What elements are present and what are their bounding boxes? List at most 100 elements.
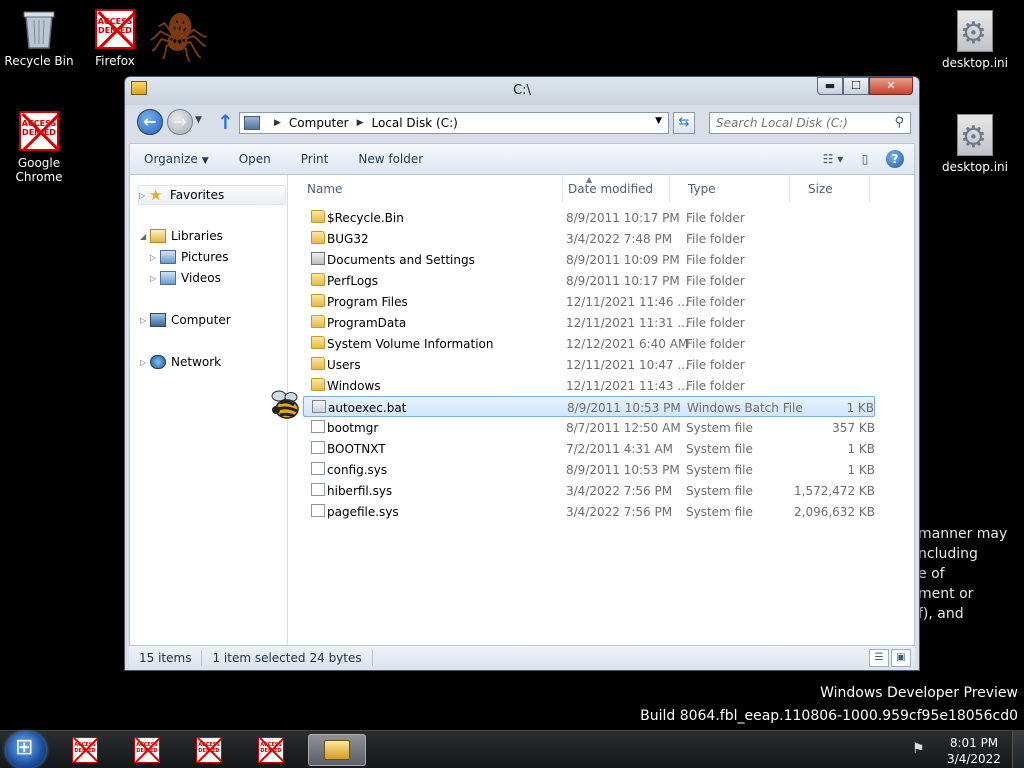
start-button[interactable] xyxy=(6,732,46,768)
file-name: Windows xyxy=(327,379,381,393)
action-center-flag-icon[interactable]: ⚑ xyxy=(912,741,925,757)
nav-label: Computer xyxy=(171,313,231,327)
desktop-icon-recycle-bin[interactable]: Recycle Bin xyxy=(0,8,78,68)
address-bar[interactable]: ▶ Computer ▶ Local Disk (C:) ▼ xyxy=(239,112,669,134)
column-header-size[interactable]: Size xyxy=(790,175,870,203)
computer-icon xyxy=(244,116,260,130)
large-icons-view-icon[interactable]: ▣ xyxy=(891,649,911,667)
minimize-button[interactable]: ▬ xyxy=(817,77,843,95)
file-size: 1 KB xyxy=(847,463,875,477)
breadcrumb-local-disk[interactable]: Local Disk (C:) xyxy=(372,116,458,130)
file-row[interactable]: BUG32 3/4/2022 7:48 PM File folder xyxy=(303,228,875,249)
file-date-modified: 12/11/2021 11:43 ... xyxy=(566,379,689,393)
file-row[interactable]: BOOTNXT 7/2/2011 4:31 AM System file 1 KB xyxy=(303,438,875,459)
system-clock[interactable]: 8:01 PM 3/4/2022 xyxy=(946,735,1002,767)
explorer-icon xyxy=(324,740,350,760)
window-controls: ▬ ☐ ✕ xyxy=(817,77,913,95)
file-row[interactable]: bootmgr 8/7/2011 12:50 AM System file 357 K… xyxy=(303,417,875,438)
column-header-date-modified[interactable]: Date modified xyxy=(550,175,670,203)
taskbar-pinned-app[interactable]: ACCESS DENIED xyxy=(58,734,112,766)
refresh-button[interactable]: ⇆ xyxy=(673,112,695,134)
chevron-down-icon: ▼ xyxy=(201,156,209,166)
search-input[interactable] xyxy=(710,113,886,133)
file-type: System file xyxy=(686,484,753,498)
nav-network[interactable]: ▷ Network xyxy=(140,352,221,372)
help-icon[interactable]: ? xyxy=(886,150,904,168)
file-name: bootmgr xyxy=(327,421,379,435)
taskbar-explorer[interactable] xyxy=(308,734,366,766)
file-icon xyxy=(311,441,325,454)
new-folder-button[interactable]: New folder xyxy=(343,152,438,166)
folder-icon xyxy=(311,294,325,307)
nav-libraries[interactable]: ◢ Libraries xyxy=(140,226,223,246)
breadcrumb-separator-icon[interactable]: ▶ xyxy=(357,118,364,128)
nav-computer[interactable]: ▷ Computer xyxy=(140,310,231,330)
up-arrow-icon[interactable]: ↑ xyxy=(217,110,234,134)
clock-date: 3/4/2022 xyxy=(947,752,1001,766)
preview-pane-icon[interactable]: ▯ xyxy=(854,149,876,169)
chevron-down-icon[interactable]: ▼ xyxy=(655,116,662,126)
folder-icon xyxy=(311,315,325,328)
file-row[interactable]: PerfLogs 8/9/2011 10:17 PM File folder xyxy=(303,270,875,291)
expand-arrow-icon[interactable]: ▷ xyxy=(150,253,160,262)
nav-pictures[interactable]: ▷ Pictures xyxy=(150,247,229,267)
file-row[interactable]: Program Files 12/11/2021 11:46 ... File fo… xyxy=(303,291,875,312)
file-type: File folder xyxy=(686,379,745,393)
desktop-icon-desktop-ini[interactable]: desktop.ini xyxy=(936,114,1014,174)
breadcrumb-separator-icon[interactable]: ▶ xyxy=(274,118,281,128)
search-icon[interactable]: ⚲ xyxy=(894,115,904,130)
file-row[interactable]: System Volume Information 12/12/2021 6:40… xyxy=(303,333,875,354)
expand-arrow-icon[interactable]: ▷ xyxy=(139,191,149,200)
expand-arrow-icon[interactable]: ▷ xyxy=(150,274,160,283)
file-date-modified: 3/4/2022 7:56 PM xyxy=(566,505,673,519)
column-header-type[interactable]: Type xyxy=(670,175,790,203)
file-row[interactable]: Users 12/11/2021 10:47 ... File folder xyxy=(303,354,875,375)
maximize-button[interactable]: ☐ xyxy=(843,77,869,95)
open-button[interactable]: Open xyxy=(224,152,286,166)
recent-pages-dropdown[interactable]: ▼ xyxy=(195,115,202,125)
taskbar-pinned-app[interactable]: ACCESS DENIED xyxy=(182,734,236,766)
access-denied-badge: ACCESS DENIED xyxy=(19,111,59,151)
spider-icon: 🕷 xyxy=(148,10,209,66)
desktop-icon-firefox[interactable]: ACCESS DENIED Firefox xyxy=(76,8,154,68)
close-button[interactable]: ✕ xyxy=(869,77,913,95)
file-row[interactable]: hiberfil.sys 3/4/2022 7:56 PM System file 1… xyxy=(303,480,875,501)
desktop-icon-desktop-ini[interactable]: desktop.ini xyxy=(936,10,1014,70)
print-button[interactable]: Print xyxy=(286,152,344,166)
file-row[interactable]: $Recycle.Bin 8/9/2011 10:17 PM File folder xyxy=(303,207,875,228)
settings-file-icon xyxy=(954,10,996,52)
details-view-icon[interactable]: ☰ xyxy=(869,649,889,667)
file-row[interactable]: pagefile.sys 3/4/2022 7:56 PM System file 2… xyxy=(303,501,875,522)
forward-button[interactable]: → xyxy=(167,109,193,135)
file-row[interactable]: autoexec.bat 8/9/2011 10:53 PM Windows Bat… xyxy=(303,396,875,417)
star-icon: ★ xyxy=(149,186,163,204)
access-denied-icon: ACCESS DENIED xyxy=(196,737,222,763)
change-view-icon[interactable]: ☷ ▾ xyxy=(822,149,844,169)
file-date-modified: 8/7/2011 12:50 AM xyxy=(566,421,681,435)
folder-icon xyxy=(311,273,325,286)
taskbar-pinned-app[interactable]: ACCESS DENIED xyxy=(244,734,298,766)
column-header-name[interactable]: Name xyxy=(289,175,563,203)
file-row[interactable]: ProgramData 12/11/2021 11:31 ... File fold… xyxy=(303,312,875,333)
show-desktop-button[interactable] xyxy=(1012,731,1024,768)
window-titlebar[interactable]: C:\ ▬ ☐ ✕ xyxy=(125,77,919,105)
back-button[interactable]: ← xyxy=(137,109,163,135)
desktop-icon-label: Firefox xyxy=(95,54,135,68)
taskbar: ACCESS DENIED ACCESS DENIED ACCESS DENIE… xyxy=(0,730,1024,768)
file-row[interactable]: Windows 12/11/2021 11:43 ... File folder xyxy=(303,375,875,396)
access-denied-icon: ACCESS DENIED xyxy=(72,737,98,763)
status-bar: 15 items 1 item selected 24 bytes ☰ ▣ xyxy=(129,646,915,670)
expand-arrow-icon[interactable]: ▷ xyxy=(140,358,150,367)
search-box[interactable]: ⚲ xyxy=(709,112,911,134)
file-date-modified: 8/9/2011 10:17 PM xyxy=(566,274,680,288)
taskbar-pinned-app[interactable]: ACCESS DENIED xyxy=(120,734,174,766)
file-row[interactable]: config.sys 8/9/2011 10:53 PM System file 1 … xyxy=(303,459,875,480)
file-row[interactable]: Documents and Settings 8/9/2011 10:09 PM F… xyxy=(303,249,875,270)
desktop-icon-google-chrome[interactable]: ACCESS DENIED Google Chrome xyxy=(0,110,78,184)
expand-arrow-icon[interactable]: ▷ xyxy=(140,316,150,325)
nav-favorites[interactable]: ▷ ★ Favorites xyxy=(138,185,286,205)
nav-videos[interactable]: ▷ Videos xyxy=(150,268,221,288)
organize-button[interactable]: Organize ▼ xyxy=(130,152,224,166)
collapse-arrow-icon[interactable]: ◢ xyxy=(140,232,150,241)
breadcrumb-computer[interactable]: Computer xyxy=(289,116,349,130)
